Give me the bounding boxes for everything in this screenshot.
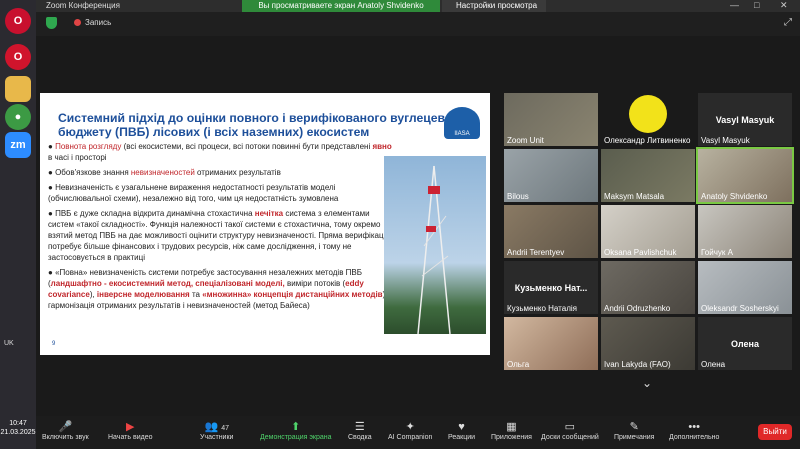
participant-name: Zoom Unit <box>507 136 544 145</box>
participant-name: Anatoly Shvidenko <box>701 192 768 201</box>
slide-title: Системний підхід до оцінки повного і вер… <box>58 111 465 139</box>
opera-icon[interactable]: O <box>5 8 31 34</box>
notes-button[interactable]: ✎ Примечания <box>614 420 654 441</box>
recording-label: Запись <box>85 18 112 27</box>
language-indicator[interactable]: UK <box>4 340 14 347</box>
participant-name: Vasyl Masyuk <box>701 136 750 145</box>
ai-companion-icon: ✦ <box>405 421 415 433</box>
slide-page-number: 9 <box>52 341 56 347</box>
participant-name: Oksana Pavlishchuk <box>604 248 677 257</box>
meeting-topbar: Запись ⤢ <box>36 12 800 36</box>
gallery-next-page-chevron-icon[interactable]: ⌄ <box>642 376 652 390</box>
file-explorer-icon[interactable] <box>5 76 31 102</box>
summary-button[interactable]: ☰ Сводка <box>348 420 372 441</box>
slide-bullet: ● «Повна» невизначеність системи потребу… <box>48 268 387 310</box>
participant-name: Andrii Terentyev <box>507 248 565 257</box>
clock-time: 10:47 <box>9 420 27 427</box>
participant-logo <box>629 95 667 133</box>
participant-tile[interactable]: Олександр Литвиненко <box>601 93 695 146</box>
slide-bullet: ● ПВБ є дуже складна відкрита динамічна … <box>48 209 390 262</box>
participant-name: Гойчук А <box>701 248 733 257</box>
shared-slide: Системний підхід до оцінки повного і вер… <box>40 93 490 355</box>
meeting-toolbar: 🎤 Включить звук ▶ Начать видео 👥 47 Учас… <box>36 416 800 449</box>
view-settings-button[interactable]: Настройки просмотра <box>442 0 546 12</box>
chrome-icon[interactable]: ● <box>5 104 31 130</box>
leave-button[interactable]: Выйти <box>758 424 792 440</box>
clock-date: 21.03.2025 <box>0 429 36 436</box>
participant-tile[interactable]: Andrii Terentyev <box>504 205 598 258</box>
more-button[interactable]: ••• Дополнительно <box>669 420 719 441</box>
fullscreen-icon[interactable]: ⤢ <box>784 17 792 28</box>
unmute-button[interactable]: 🎤 Включить звук <box>42 420 89 441</box>
participants-icon: 👥 47 <box>204 421 229 433</box>
microphone-muted-icon: 🎤 <box>58 421 73 433</box>
shield-icon[interactable] <box>46 17 57 29</box>
system-clock: 10:47 21.03.2025 <box>0 419 36 437</box>
opera-browser-icon[interactable]: O <box>5 44 31 70</box>
participant-tile[interactable]: Кузьменко Нат... Кузьменко Наталія <box>504 261 598 314</box>
participant-name: Олена <box>701 360 726 369</box>
participant-name: Ольга <box>507 360 530 369</box>
camera-off-icon: ▶ <box>126 421 135 433</box>
close-icon[interactable]: ✕ <box>780 0 788 11</box>
apps-icon: ▦ <box>506 421 517 433</box>
slide-bullet: ● Обов'язкове знання невизначеностей отр… <box>48 168 281 177</box>
reactions-icon: ♥ <box>458 421 465 433</box>
share-banner: Вы просматриваете экран Anatoly Shvidenk… <box>242 0 440 12</box>
participant-tile[interactable]: Bilous <box>504 149 598 202</box>
more-icon: ••• <box>688 421 700 433</box>
flux-tower-photo <box>384 156 486 335</box>
recording-indicator[interactable]: Запись <box>74 18 111 27</box>
share-screen-button[interactable]: ⬆ Демонстрация экрана <box>260 420 332 441</box>
zoom-icon[interactable]: zm <box>5 132 31 158</box>
participant-tile[interactable]: Oksana Pavlishchuk <box>601 205 695 258</box>
participant-name: Oleksandr Sosherskyi <box>701 304 779 313</box>
participant-name: Ivan Lakyda (FAO) <box>604 360 671 369</box>
participant-name: Bilous <box>507 192 529 201</box>
slide-bullet: ● Невизначеність є узагальнене вираження… <box>48 183 339 203</box>
minimize-icon[interactable]: — <box>730 0 739 10</box>
message-boards-icon: ▭ <box>564 421 576 433</box>
iiasa-logo: IIASA <box>444 107 480 139</box>
maximize-icon[interactable]: □ <box>754 0 759 10</box>
participant-tile[interactable]: Vasyl Masyuk Vasyl Masyuk <box>698 93 792 146</box>
slide-bullet: ● Повнота розгляду (всі екосистеми, всі … <box>48 142 392 162</box>
participants-count: 47 <box>221 425 229 432</box>
participant-tile[interactable]: Zoom Unit <box>504 93 598 146</box>
participant-tile[interactable]: Ivan Lakyda (FAO) <box>601 317 695 370</box>
participant-name: Кузьменко Наталія <box>507 304 577 313</box>
share-screen-icon: ⬆ <box>291 421 301 433</box>
reactions-button[interactable]: ♥ Реакции <box>448 420 475 441</box>
participant-tile[interactable]: Maksym Matsala <box>601 149 695 202</box>
participant-tile[interactable]: Oleksandr Sosherskyi <box>698 261 792 314</box>
participant-tile[interactable]: Олена Олена <box>698 317 792 370</box>
apps-button[interactable]: ▦ Приложения <box>491 420 532 441</box>
ai-companion-button[interactable]: ✦ AI Companion <box>388 420 432 441</box>
os-taskbar: O O ● zm UK 10:47 21.03.2025 <box>0 0 36 449</box>
participant-tile[interactable]: Гойчук А <box>698 205 792 258</box>
window-title: Zoom Конференция <box>46 1 120 10</box>
participant-name: Maksym Matsala <box>604 192 665 201</box>
summary-icon: ☰ <box>354 421 365 433</box>
message-boards-button[interactable]: ▭ Доски сообщений <box>541 420 599 441</box>
participants-button[interactable]: 👥 47 Участники <box>200 420 233 441</box>
participant-tile[interactable]: Ольга <box>504 317 598 370</box>
start-video-button[interactable]: ▶ Начать видео <box>108 420 152 441</box>
participant-tile[interactable]: Andrii Odruzhenko <box>601 261 695 314</box>
participant-name: Andrii Odruzhenko <box>604 304 671 313</box>
participant-name: Олександр Литвиненко <box>604 136 691 145</box>
notes-icon: ✎ <box>629 421 639 433</box>
participant-tile-active-speaker[interactable]: Anatoly Shvidenko <box>696 147 794 204</box>
record-dot-icon <box>74 19 81 26</box>
slide-body: ● Повнота розгляду (всі екосистеми, всі … <box>48 141 396 315</box>
